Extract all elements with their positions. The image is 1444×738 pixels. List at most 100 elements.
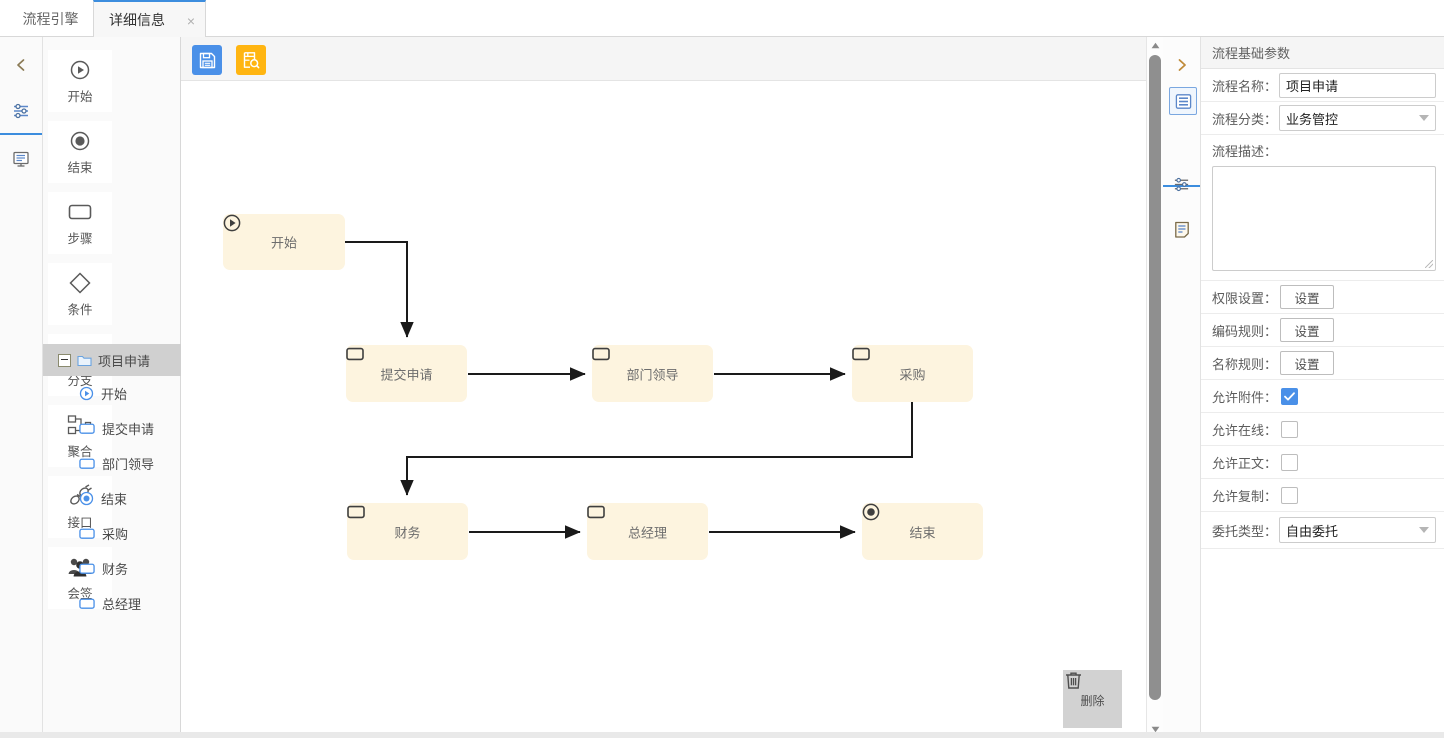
property-row-allow-attachment: 允许附件： (1201, 380, 1444, 413)
property-row-process-category: 流程分类： 业务管控 (1201, 102, 1444, 135)
palette-item-step[interactable]: 步骤 (48, 192, 112, 254)
collapse-left-icon[interactable] (0, 43, 42, 87)
delegation-type-select[interactable]: 自由委托 (1279, 517, 1436, 543)
preview-button[interactable] (236, 45, 266, 75)
right-rail (1163, 37, 1201, 738)
diagram-canvas[interactable]: 开始 提交申请 部门领导 采购 财务 总经理 结束 删除 (181, 82, 1162, 738)
property-row-allow-body: 允许正文： (1201, 446, 1444, 479)
selected-value: 自由委托 (1286, 523, 1339, 539)
tree-node-label: 提交申请 (102, 422, 155, 437)
diagram-node-label: 总经理 (627, 525, 667, 540)
step-rect-icon (79, 563, 95, 574)
property-label: 流程名称： (1212, 78, 1278, 94)
tree-node-start[interactable]: 开始 (43, 376, 181, 411)
tab-label: 详细信息 (109, 11, 165, 28)
selected-value: 业务管控 (1286, 111, 1339, 127)
document-icon[interactable] (1163, 207, 1200, 251)
tree-node-dept-leader[interactable]: 部门领导 (43, 446, 181, 481)
palette-item-condition[interactable]: 条件 (48, 263, 112, 325)
scroll-up-icon[interactable] (1147, 37, 1163, 54)
delete-button[interactable]: 删除 (1063, 670, 1122, 728)
settings-sliders-icon[interactable] (0, 89, 42, 135)
allow-online-checkbox[interactable] (1281, 420, 1299, 438)
palette-item-end[interactable]: 结束 (48, 121, 112, 183)
property-label: 委托类型： (1212, 523, 1278, 539)
diagram-node-start[interactable]: 开始 (223, 214, 345, 270)
tree-node-end[interactable]: 结束 (43, 481, 181, 516)
property-label: 流程分类： (1212, 111, 1278, 127)
palette-item-label: 结束 (67, 161, 93, 175)
process-category-select[interactable]: 业务管控 (1279, 105, 1436, 131)
list-panel-icon[interactable] (1169, 87, 1197, 115)
diagram-node-submit-application[interactable]: 提交申请 (346, 345, 467, 402)
diagram-node-purchase[interactable]: 采购 (852, 345, 973, 402)
canvas-vertical-scrollbar[interactable] (1146, 37, 1163, 738)
scrollbar-thumb[interactable] (1149, 55, 1161, 700)
property-label: 允许在线： (1212, 422, 1278, 438)
start-play-icon (79, 386, 94, 401)
end-dot-icon (79, 491, 94, 506)
property-row-permission-settings: 权限设置： 设置 (1201, 281, 1444, 314)
palette-item-label: 步骤 (67, 232, 93, 246)
tab-label: 流程引擎 (22, 10, 79, 27)
permission-settings-button[interactable]: 设置 (1280, 285, 1335, 309)
property-row-delegation-type: 委托类型： 自由委托 (1201, 512, 1444, 549)
property-label: 允许正文： (1212, 455, 1278, 471)
tree-node-purchase[interactable]: 采购 (43, 516, 181, 551)
property-row-coding-rule: 编码规则： 设置 (1201, 314, 1444, 347)
close-icon[interactable]: × (187, 14, 195, 28)
palette-item-label: 条件 (67, 303, 93, 317)
property-label: 允许复制： (1212, 488, 1278, 504)
tab-detail-info[interactable]: 详细信息 × (93, 0, 206, 37)
save-button[interactable] (192, 45, 222, 75)
diagram-node-end[interactable]: 结束 (862, 503, 983, 560)
palette-item-start[interactable]: 开始 (48, 50, 112, 112)
step-rect-icon (79, 458, 95, 469)
collapse-toggle-icon[interactable] (58, 353, 71, 367)
step-rect-icon (79, 598, 95, 609)
chevron-down-icon (1419, 115, 1429, 121)
process-name-input[interactable]: 项目申请 (1279, 72, 1436, 98)
diagram-node-general-manager[interactable]: 总经理 (587, 503, 708, 560)
tree-node-finance[interactable]: 财务 (43, 551, 181, 586)
property-row-allow-online: 允许在线： (1201, 413, 1444, 446)
save-floppy-icon (199, 52, 215, 68)
step-rect-icon (347, 505, 365, 519)
settings-sliders-icon[interactable] (1163, 162, 1200, 206)
step-rect-icon (852, 347, 870, 361)
step-rect-icon (67, 199, 93, 225)
diagram-node-label: 部门领导 (626, 367, 679, 382)
window-bottom-strip (0, 732, 1444, 738)
left-rail (0, 37, 43, 738)
form-monitor-icon[interactable] (0, 137, 42, 181)
allow-body-checkbox[interactable] (1281, 453, 1299, 471)
tree-node-submit-application[interactable]: 提交申请 (43, 411, 181, 446)
folder-icon (77, 355, 92, 366)
step-rect-icon (587, 505, 605, 519)
tab-bar: 流程引擎 详细信息 × (0, 0, 1444, 37)
diagram-node-dept-leader[interactable]: 部门领导 (592, 345, 713, 402)
expand-right-icon[interactable] (1163, 43, 1200, 87)
tree-root-project-application[interactable]: 项目申请 (43, 344, 192, 376)
property-label: 允许附件： (1212, 389, 1278, 405)
tree-node-label: 开始 (101, 387, 128, 402)
allow-copy-checkbox[interactable] (1281, 486, 1299, 504)
delete-button-label: 删除 (1080, 693, 1105, 708)
diagram-connectors (345, 241, 913, 539)
tree-node-general-manager[interactable]: 总经理 (43, 586, 181, 621)
process-description-textarea[interactable] (1212, 166, 1436, 271)
check-icon (1284, 391, 1295, 400)
naming-rule-button[interactable]: 设置 (1280, 351, 1335, 375)
property-row-naming-rule: 名称规则： 设置 (1201, 347, 1444, 380)
tree-node-label: 部门领导 (102, 457, 155, 472)
palette-item-label: 开始 (67, 90, 93, 104)
property-label: 流程描述： (1212, 144, 1278, 159)
tab-workflow-engine[interactable]: 流程引擎 (8, 0, 93, 37)
chevron-down-icon (1419, 527, 1429, 533)
coding-rule-button[interactable]: 设置 (1280, 318, 1335, 342)
allow-attachment-checkbox[interactable] (1281, 387, 1299, 405)
properties-panel-title: 流程基础参数 (1201, 37, 1444, 69)
step-rect-icon (79, 423, 95, 434)
canvas-toolbar (181, 37, 1162, 81)
diagram-node-finance[interactable]: 财务 (347, 503, 468, 560)
